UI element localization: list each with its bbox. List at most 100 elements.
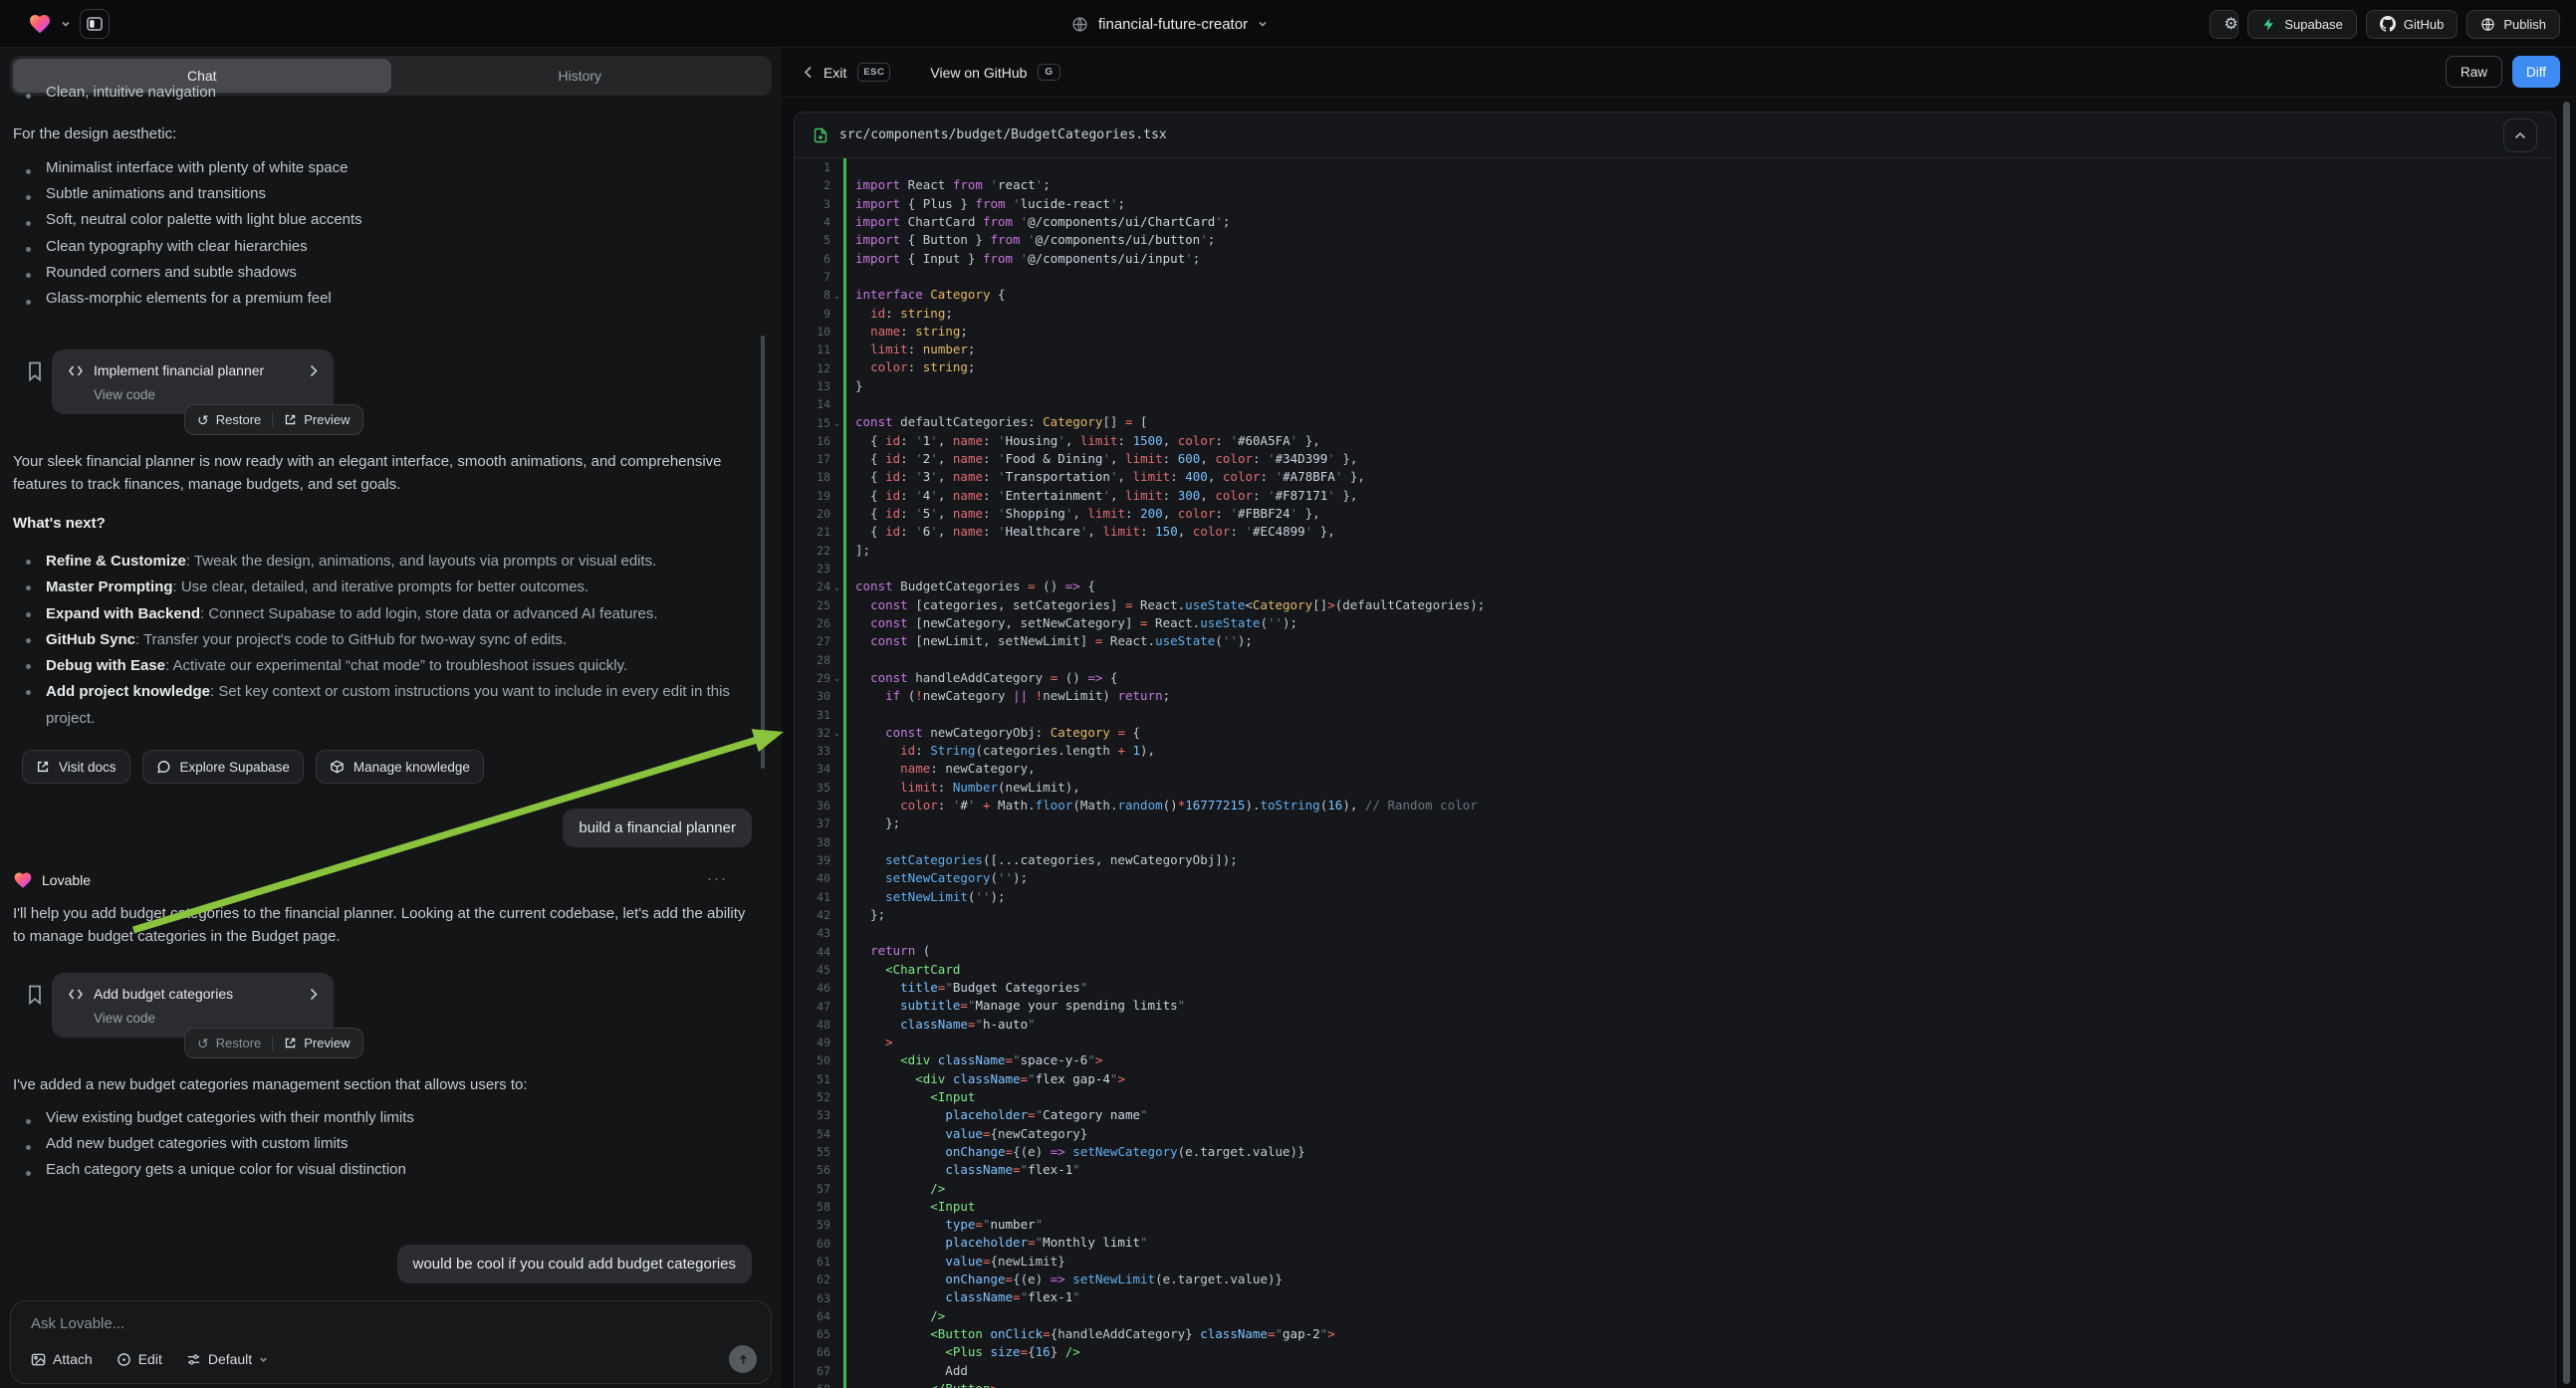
- assistant-paragraph: I've added a new budget categories manag…: [13, 1073, 760, 1096]
- code-line: 49 >: [795, 1034, 2555, 1051]
- bookmark-icon[interactable]: [27, 361, 43, 381]
- chevron-left-icon[interactable]: [804, 66, 813, 79]
- code-view-panel: Exit ESC View on GitHub G Raw Diff src/c…: [782, 48, 2576, 1388]
- code-line: 38: [795, 833, 2555, 851]
- visit-docs-button[interactable]: Visit docs: [22, 750, 130, 784]
- code-line: 51 <div className="flex gap-4">: [795, 1070, 2555, 1088]
- code-line: 23: [795, 560, 2555, 578]
- code-line: 29⌄ const handleAddCategory = () => {: [795, 669, 2555, 687]
- code-line: 56 className="flex-1": [795, 1161, 2555, 1179]
- diff-toggle-button[interactable]: Diff: [2512, 56, 2560, 88]
- code-lines: 12import React from 'react';3import { Pl…: [795, 158, 2555, 1388]
- settings-button[interactable]: ⚙: [2210, 10, 2238, 39]
- bullet-dot: [26, 94, 31, 99]
- raw-toggle-button[interactable]: Raw: [2446, 56, 2502, 88]
- view-code-link[interactable]: View code: [94, 387, 318, 402]
- restore-preview-pill: ↺ Restore Preview: [184, 404, 363, 435]
- preview-button[interactable]: Preview: [284, 1036, 350, 1050]
- code-line: 63 className="flex-1": [795, 1288, 2555, 1306]
- design-intro: For the design aesthetic:: [13, 122, 760, 145]
- assistant-paragraph: Your sleek financial planner is now read…: [13, 450, 752, 496]
- restore-icon: ↺: [197, 413, 209, 427]
- code-line: 50 <div className="space-y-6">: [795, 1051, 2555, 1069]
- code-line: 12 color: string;: [795, 358, 2555, 376]
- version-card-1-wrap: Implement financial planner View code ↺ …: [27, 349, 365, 414]
- lovable-logo-heart-icon[interactable]: [28, 12, 52, 36]
- code-line: 27 const [newLimit, setNewLimit] = React…: [795, 632, 2555, 650]
- code-line: 37 };: [795, 814, 2555, 832]
- sliders-icon: [186, 1352, 201, 1367]
- esc-shortcut-badge: ESC: [857, 63, 890, 82]
- view-code-link[interactable]: View code: [94, 1011, 318, 1026]
- exit-button[interactable]: Exit: [823, 65, 846, 81]
- view-on-github-link[interactable]: View on GitHub: [930, 65, 1027, 81]
- code-line: 9 id: string;: [795, 305, 2555, 323]
- restore-button[interactable]: ↺ Restore: [197, 412, 261, 427]
- restore-button[interactable]: ↺ Restore: [197, 1036, 261, 1050]
- knowledge-box-icon: [330, 760, 345, 775]
- supabase-button[interactable]: Supabase: [2247, 10, 2357, 39]
- code-line: 4import ChartCard from '@/components/ui/…: [795, 213, 2555, 231]
- chat-scrollbar-thumb[interactable]: [761, 336, 765, 769]
- file-header[interactable]: src/components/budget/BudgetCategories.t…: [795, 113, 2555, 158]
- more-icon[interactable]: ···: [707, 870, 728, 887]
- code-line: 31: [795, 705, 2555, 723]
- code-line: 2import React from 'react';: [795, 176, 2555, 194]
- assistant-paragraph: I'll help you add budget categories to t…: [13, 902, 758, 948]
- chat-bubble-icon: [156, 760, 171, 775]
- user-message: build a financial planner: [563, 809, 752, 847]
- publish-button[interactable]: Publish: [2466, 10, 2560, 39]
- code-line: 1: [795, 158, 2555, 176]
- project-switcher[interactable]: financial-future-creator: [1071, 0, 1268, 48]
- gear-icon: ⚙: [2224, 14, 2237, 34]
- composer[interactable]: Ask Lovable... Attach Edit Default: [10, 1300, 772, 1384]
- added-bullet-list: View existing budget categories with the…: [13, 1109, 760, 1188]
- code-line: 8⌄interface Category {: [795, 286, 2555, 304]
- explore-supabase-button[interactable]: Explore Supabase: [142, 750, 304, 784]
- preview-button[interactable]: Preview: [284, 412, 350, 427]
- g-shortcut-badge: G: [1038, 64, 1059, 81]
- code-line: 46 title="Budget Categories": [795, 979, 2555, 997]
- github-icon: [2380, 16, 2396, 32]
- composer-placeholder[interactable]: Ask Lovable...: [31, 1315, 124, 1332]
- code-line: 61 value={newLimit}: [795, 1253, 2555, 1271]
- code-line: 59 type="number": [795, 1216, 2555, 1234]
- external-link-icon: [36, 760, 50, 774]
- code-card: src/components/budget/BudgetCategories.t…: [794, 112, 2556, 1388]
- code-line: 32⌄ const newCategoryObj: Category = {: [795, 724, 2555, 742]
- chevron-down-icon[interactable]: [61, 19, 71, 29]
- code-line: 62 onChange={(e) => setNewLimit(e.target…: [795, 1271, 2555, 1288]
- code-line: 10 name: string;: [795, 323, 2555, 341]
- code-line: 19 { id: '4', name: 'Entertainment', lim…: [795, 487, 2555, 505]
- code-line: 30 if (!newCategory || !newLimit) return…: [795, 687, 2555, 705]
- code-line: 35 limit: Number(newLimit),: [795, 779, 2555, 797]
- restore-preview-pill: ↺ Restore Preview: [184, 1028, 363, 1058]
- collapse-file-button[interactable]: [2503, 118, 2537, 152]
- sidebar-toggle-button[interactable]: [80, 9, 110, 39]
- code-line: 52 <Input: [795, 1088, 2555, 1106]
- file-path: src/components/budget/BudgetCategories.t…: [839, 127, 2492, 142]
- external-link-icon: [284, 413, 297, 426]
- code-line: 16 { id: '1', name: 'Housing', limit: 15…: [795, 432, 2555, 450]
- code-line: 20 { id: '5', name: 'Shopping', limit: 2…: [795, 505, 2555, 523]
- edit-button[interactable]: Edit: [117, 1351, 162, 1367]
- code-line: 44 return (: [795, 942, 2555, 960]
- code-scrollbar-thumb[interactable]: [2563, 102, 2570, 1384]
- bookmark-icon[interactable]: [27, 985, 43, 1005]
- code-line: 3import { Plus } from 'lucide-react';: [795, 195, 2555, 213]
- github-button[interactable]: GitHub: [2366, 10, 2458, 39]
- attach-button[interactable]: Attach: [31, 1351, 93, 1367]
- list-item: Clean, intuitive navigation: [13, 84, 760, 110]
- code-line: 67 Add: [795, 1362, 2555, 1380]
- code-line: 18 { id: '3', name: 'Transportation', li…: [795, 468, 2555, 486]
- supabase-bolt-icon: [2261, 17, 2276, 32]
- topbar: financial-future-creator ⚙ Supabase GitH…: [0, 0, 2576, 48]
- send-button[interactable]: [729, 1345, 757, 1373]
- mode-selector[interactable]: Default: [186, 1351, 268, 1367]
- chevron-right-icon: [310, 364, 318, 377]
- globe-icon: [1071, 16, 1088, 33]
- code-icon: [68, 364, 84, 377]
- chevron-right-icon: [310, 988, 318, 1001]
- manage-knowledge-button[interactable]: Manage knowledge: [316, 750, 484, 784]
- code-line: 7: [795, 268, 2555, 286]
